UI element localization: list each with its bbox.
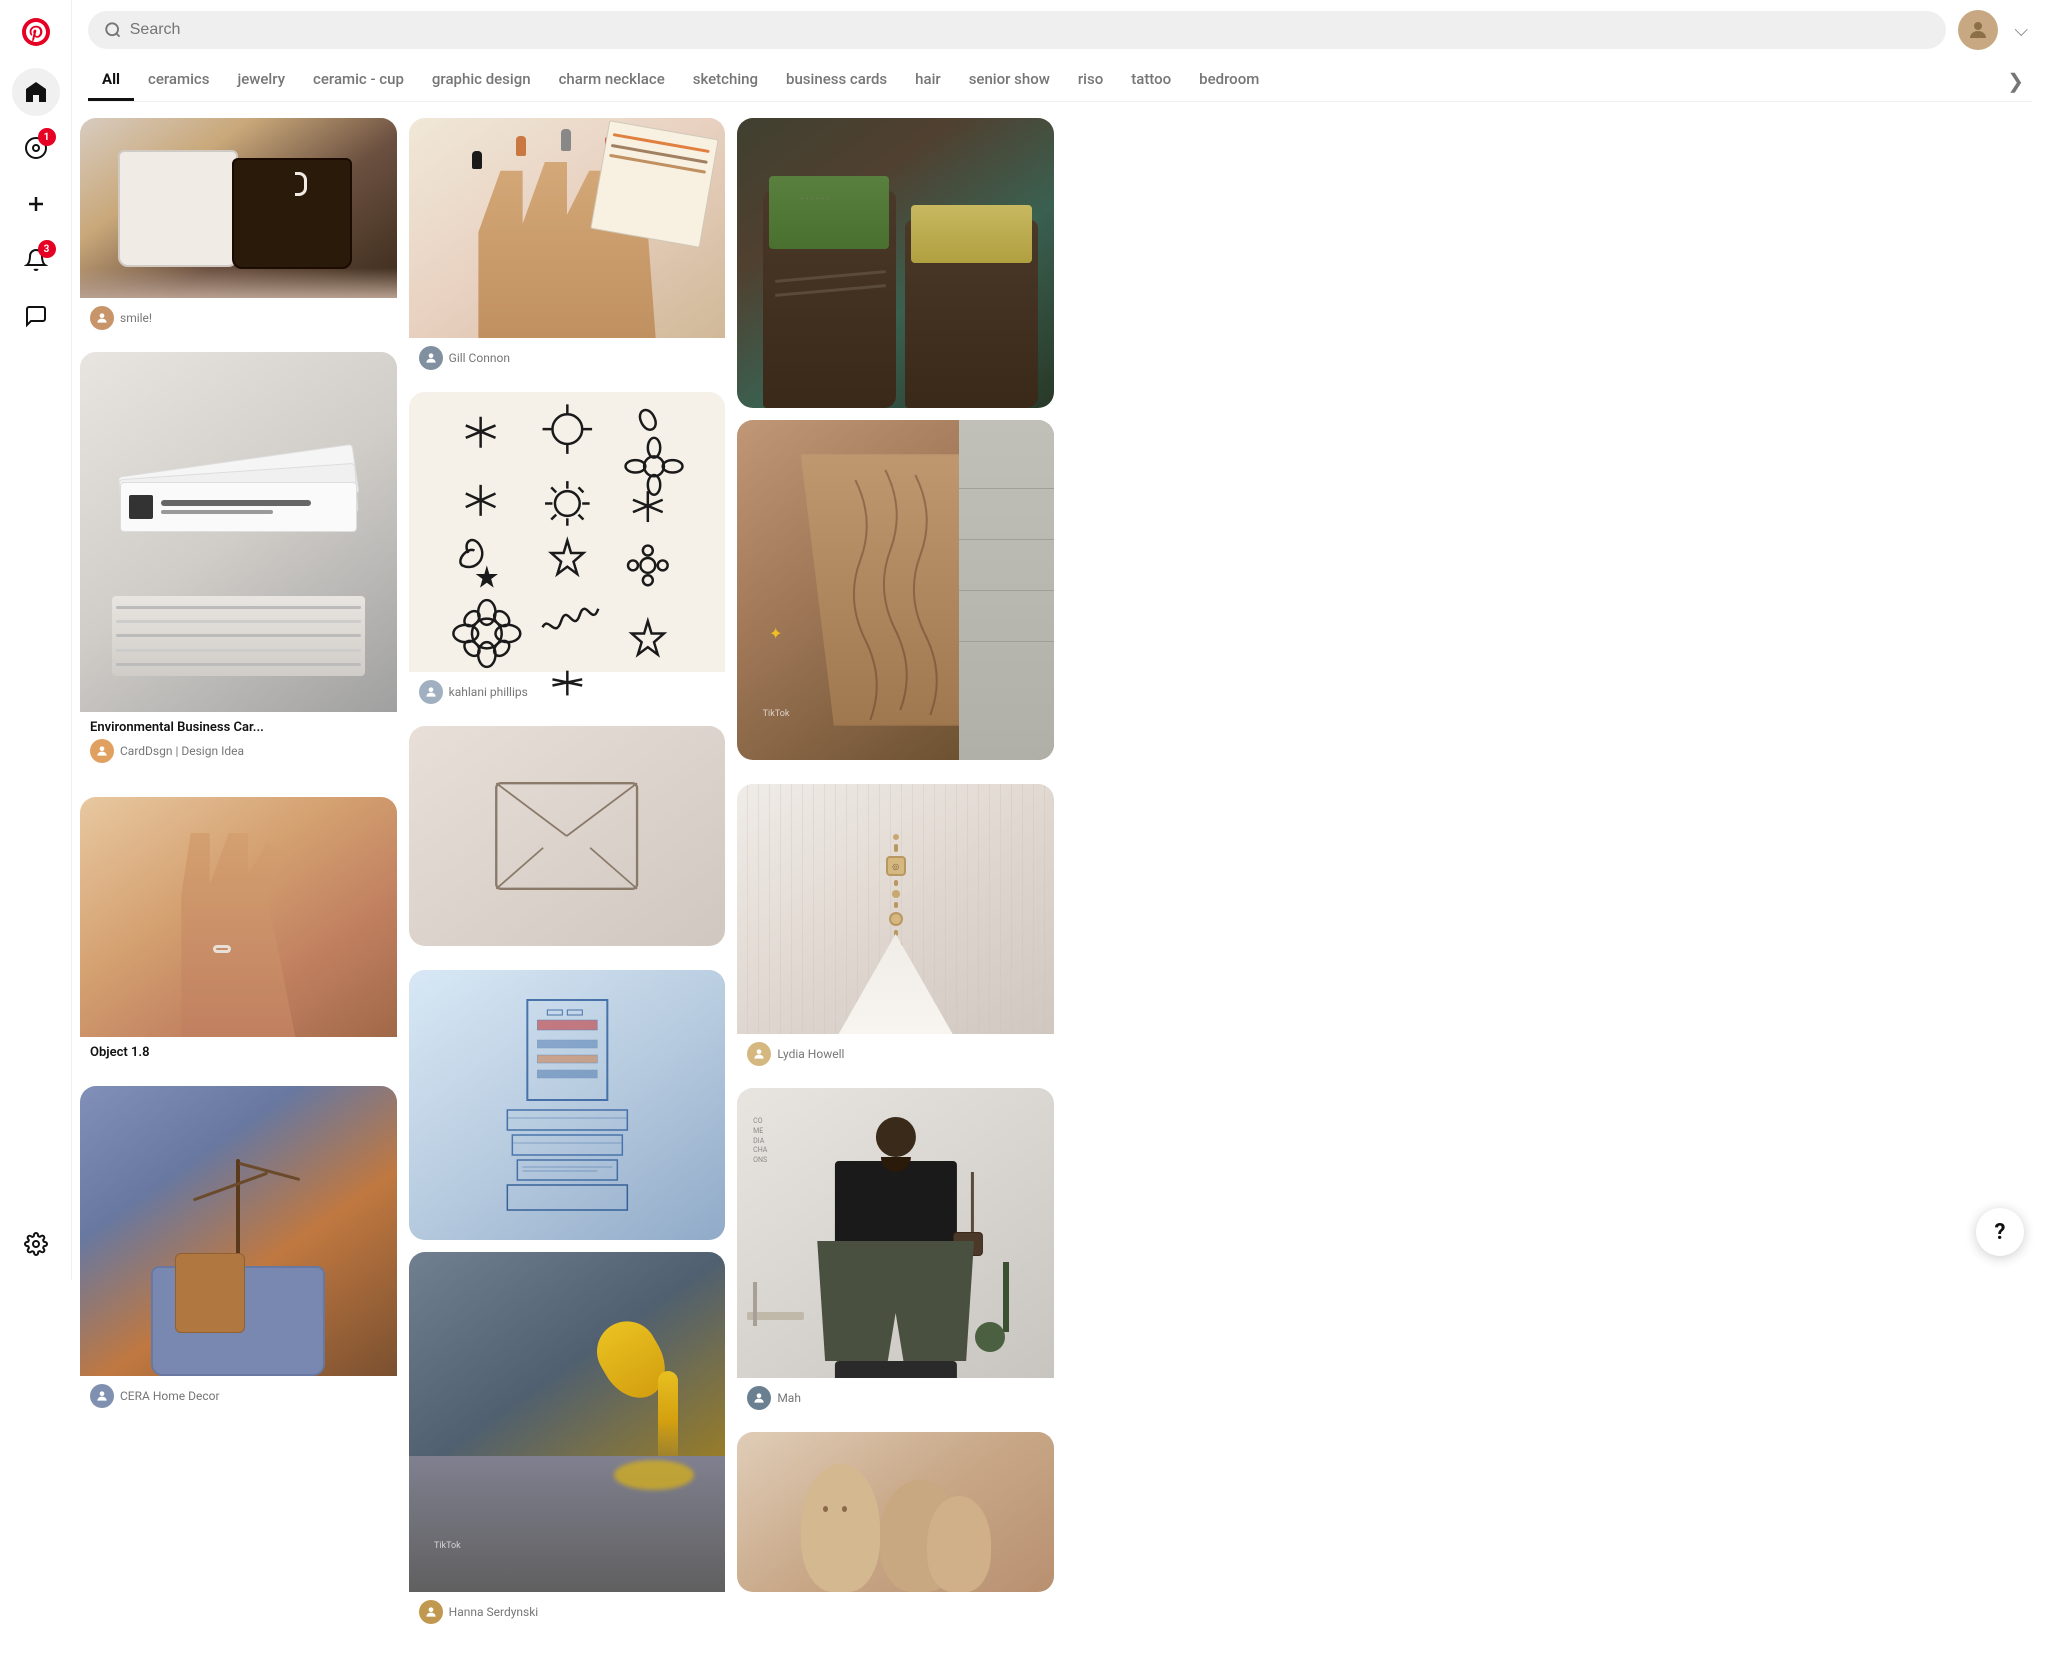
- pin-footer: Hanna Serdynski: [409, 1592, 726, 1634]
- help-button[interactable]: ?: [1976, 1208, 2024, 1256]
- sidebar-item-settings[interactable]: [12, 1220, 60, 1268]
- pin-card[interactable]: smile!: [80, 118, 397, 340]
- tab-senior-show[interactable]: senior show: [955, 60, 1064, 101]
- author-name: CERA Home Decor: [120, 1389, 220, 1403]
- tab-riso[interactable]: riso: [1064, 60, 1117, 101]
- search-icon: [104, 21, 122, 39]
- notifications-badge: 3: [38, 240, 56, 258]
- author-name: CardDsgn | Design Idea: [120, 744, 244, 758]
- main-content: ⌵ All ceramics jewelry ceramic - cup gra…: [72, 0, 2048, 1674]
- nav-tabs: All ceramics jewelry ceramic - cup graph…: [88, 60, 2032, 102]
- tab-jewelry[interactable]: jewelry: [223, 60, 299, 101]
- pin-author: Hanna Serdynski: [419, 1600, 716, 1624]
- dropdown-arrow[interactable]: ⌵: [2010, 16, 2032, 45]
- pin-footer: Object 1.8: [80, 1037, 397, 1074]
- pin-footer: Lydia Howell: [737, 1034, 1054, 1076]
- tab-bedroom[interactable]: bedroom: [1185, 60, 1273, 101]
- pin-author: Gill Connon: [419, 346, 716, 370]
- pin-author: Mah: [747, 1386, 1044, 1410]
- header-top: ⌵: [88, 10, 2032, 50]
- help-icon: ?: [1995, 1220, 2006, 1245]
- author-name: Mah: [777, 1391, 801, 1405]
- pinterest-logo[interactable]: [16, 12, 56, 52]
- pin-title: Object 1.8: [90, 1045, 387, 1060]
- author-avatar: [90, 306, 114, 330]
- tab-ceramics[interactable]: ceramics: [134, 60, 223, 101]
- pin-author: Lydia Howell: [747, 1042, 1044, 1066]
- author-name: Hanna Serdynski: [449, 1605, 539, 1619]
- pin-card[interactable]: Environmental Business Car... CardDsgn |…: [80, 352, 397, 773]
- author-avatar: [90, 1384, 114, 1408]
- pin-footer: smile!: [80, 298, 397, 340]
- tab-charm-necklace[interactable]: charm necklace: [545, 60, 679, 101]
- search-bar[interactable]: [88, 11, 1946, 49]
- pin-card[interactable]: COMEDIACHAONS Mah: [737, 1088, 1054, 1420]
- author-avatar: [419, 1600, 443, 1624]
- tab-graphic-design[interactable]: graphic design: [418, 60, 545, 101]
- pin-footer: CERA Home Decor: [80, 1376, 397, 1418]
- tab-hair[interactable]: hair: [901, 60, 955, 101]
- sidebar-item-notifications[interactable]: 3: [12, 236, 60, 284]
- sidebar-item-explore[interactable]: 1: [12, 124, 60, 172]
- sidebar-item-home[interactable]: [12, 68, 60, 116]
- author-avatar: [747, 1386, 771, 1410]
- pin-title: Environmental Business Car...: [90, 720, 387, 735]
- pin-author: CardDsgn | Design Idea: [90, 739, 387, 763]
- pin-card[interactable]: kahlani phillips: [409, 392, 726, 714]
- tab-sketching[interactable]: sketching: [679, 60, 772, 101]
- user-avatar[interactable]: [1958, 10, 1998, 50]
- pin-author: CERA Home Decor: [90, 1384, 387, 1408]
- explore-badge: 1: [38, 128, 56, 146]
- pin-card[interactable]: Gill Connon: [409, 118, 726, 380]
- nav-scroll-right[interactable]: ❯: [1999, 61, 2032, 101]
- author-name: Lydia Howell: [777, 1047, 844, 1061]
- pin-card[interactable]: CERA Home Decor: [80, 1086, 397, 1418]
- author-name: Gill Connon: [449, 351, 510, 365]
- pin-card[interactable]: 0:32 TikTok: [409, 1252, 726, 1634]
- pin-card[interactable]: [737, 1432, 1054, 1592]
- tab-business-cards[interactable]: business cards: [772, 60, 901, 101]
- tab-all[interactable]: All: [88, 60, 134, 101]
- sidebar: 1 3: [0, 0, 72, 1280]
- pin-footer: Mah: [737, 1378, 1054, 1420]
- search-input[interactable]: [130, 21, 1931, 39]
- pin-grid: smile!: [72, 102, 2048, 1674]
- pin-card[interactable]: Object 1.8: [80, 797, 397, 1074]
- author-avatar: [419, 346, 443, 370]
- tab-ceramic-cup[interactable]: ceramic - cup: [299, 60, 418, 101]
- pin-card[interactable]: [409, 726, 726, 946]
- pin-card[interactable]: 0:13: [737, 420, 1054, 760]
- pin-card[interactable]: · · · · · ·: [737, 118, 1054, 408]
- pin-footer: Environmental Business Car... CardDsgn |…: [80, 712, 397, 773]
- author-avatar: [90, 739, 114, 763]
- sidebar-item-messages[interactable]: [12, 292, 60, 340]
- author-name: smile!: [120, 311, 152, 325]
- tab-tattoo[interactable]: tattoo: [1117, 60, 1185, 101]
- author-avatar: [747, 1042, 771, 1066]
- header: ⌵ All ceramics jewelry ceramic - cup gra…: [72, 0, 2048, 102]
- pin-card[interactable]: ◎ Lydia: [737, 784, 1054, 1076]
- pin-footer: Gill Connon: [409, 338, 726, 380]
- pin-author: smile!: [90, 306, 387, 330]
- sidebar-item-create[interactable]: [12, 180, 60, 228]
- pin-card[interactable]: [409, 970, 726, 1240]
